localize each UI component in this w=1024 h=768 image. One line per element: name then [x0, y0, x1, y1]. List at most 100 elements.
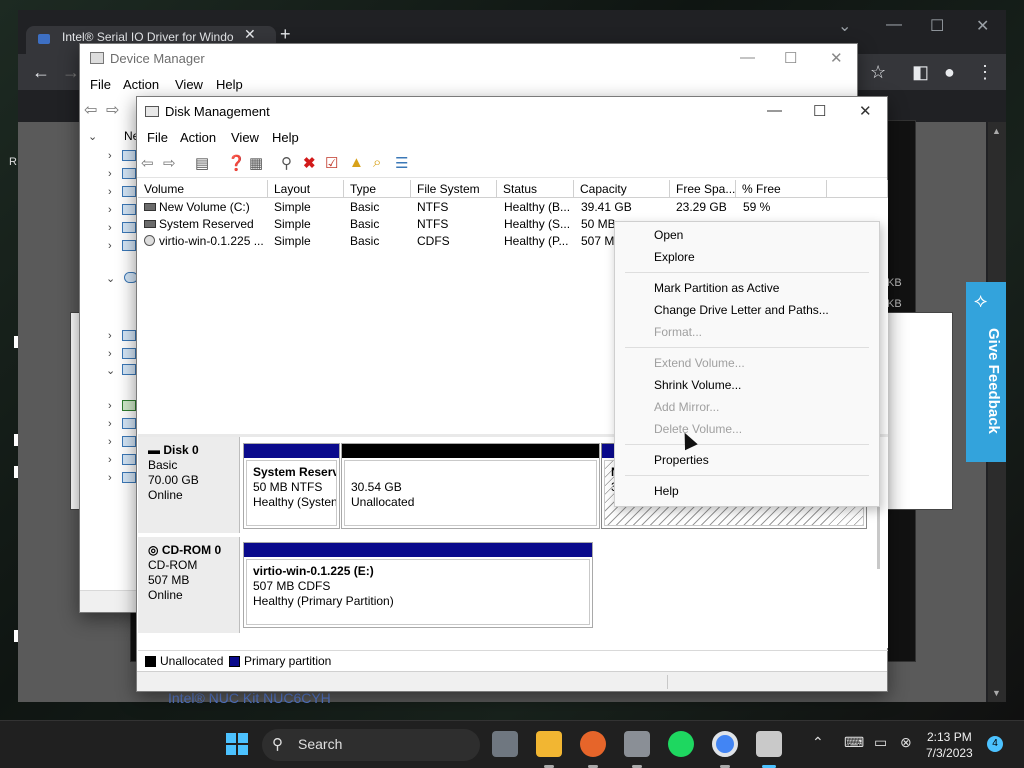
chevron-down-icon[interactable]: ⌄ — [838, 16, 851, 36]
delete-icon[interactable]: ✖ — [303, 154, 316, 172]
task-view-icon[interactable] — [492, 731, 518, 757]
help-icon[interactable]: ❓ — [227, 154, 246, 172]
menu-file[interactable]: File — [90, 77, 111, 92]
minimize-icon[interactable]: — — [886, 16, 902, 34]
menu-item-shrink-volume[interactable]: Shrink Volume... — [654, 378, 741, 392]
chrome-icon[interactable] — [712, 731, 738, 757]
close-icon[interactable]: ✕ — [859, 102, 872, 120]
check-icon[interactable]: ☑ — [325, 154, 338, 172]
chevron-up-icon[interactable]: ⌃ — [812, 734, 824, 751]
cdrom-0-label[interactable]: ◎ CD-ROM 0 CD-ROM 507 MB Online — [138, 537, 240, 633]
menu-item-add-mirror[interactable]: Add Mirror... — [654, 400, 719, 414]
chevron-right-icon[interactable]: › — [108, 168, 112, 180]
menu-item-open[interactable]: Open — [654, 228, 683, 242]
menu-view[interactable]: View — [231, 130, 259, 145]
display-icon[interactable]: ▭ — [874, 734, 887, 751]
sidebar-icon[interactable]: ◧ — [912, 62, 929, 83]
menu-action[interactable]: Action — [123, 77, 159, 92]
menu-dots-icon[interactable]: ⋮ — [976, 62, 994, 83]
profile-icon[interactable]: ● — [944, 62, 955, 83]
start-button[interactable] — [226, 733, 248, 755]
file-explorer-icon[interactable] — [536, 731, 562, 757]
menu-item-extend-volume[interactable]: Extend Volume... — [654, 356, 745, 370]
back-arrow-icon[interactable]: ← — [32, 62, 50, 83]
chevron-right-icon[interactable]: › — [108, 222, 112, 234]
chevron-right-icon[interactable]: › — [108, 472, 112, 484]
back-arrow-icon[interactable]: ⇦ — [141, 154, 154, 172]
menu-item-mark-active[interactable]: Mark Partition as Active — [654, 281, 779, 295]
new-tab-button[interactable]: + — [280, 24, 291, 45]
menu-item-help[interactable]: Help — [654, 484, 679, 498]
close-icon[interactable]: ✕ — [976, 16, 989, 36]
column-header-capacity[interactable]: Capacity — [574, 180, 670, 198]
menu-file[interactable]: File — [147, 130, 168, 145]
menu-item-explore[interactable]: Explore — [654, 250, 695, 264]
volume-muted-icon[interactable]: ⊗ — [900, 734, 912, 751]
maximize-icon[interactable]: ☐ — [784, 49, 797, 67]
folder-up-icon[interactable]: ▲ — [349, 154, 364, 171]
partition-cdrom[interactable]: virtio-win-0.1.225 (E:) 507 MB CDFS Heal… — [243, 542, 593, 628]
menu-help[interactable]: Help — [272, 130, 299, 145]
menu-item-change-drive-letter[interactable]: Change Drive Letter and Paths... — [654, 303, 829, 317]
table-row[interactable]: New Volume (C:) Simple Basic NTFS Health… — [138, 199, 888, 216]
scroll-down-icon[interactable]: ▼ — [992, 688, 1001, 698]
network-app-icon[interactable] — [624, 731, 650, 757]
taskbar-search-box[interactable]: ⚲ Search — [262, 729, 480, 761]
disk-0-label[interactable]: ▬ Disk 0 Basic 70.00 GB Online — [138, 437, 240, 533]
column-header-percent-free[interactable]: % Free — [736, 180, 827, 198]
menu-item-properties[interactable]: Properties — [654, 453, 709, 467]
back-arrow-icon[interactable]: ⇦ — [84, 100, 97, 120]
bookmark-star-icon[interactable]: ☆ — [870, 62, 886, 83]
column-header-free-space[interactable]: Free Spa... — [670, 180, 736, 198]
menu-help[interactable]: Help — [216, 77, 243, 92]
maximize-icon[interactable]: ☐ — [813, 102, 826, 120]
forward-arrow-icon[interactable]: ⇨ — [106, 100, 119, 120]
firefox-icon[interactable] — [580, 731, 606, 757]
chevron-right-icon[interactable]: › — [108, 454, 112, 466]
close-icon[interactable]: ✕ — [830, 49, 843, 67]
chevron-right-icon[interactable]: › — [108, 330, 112, 342]
chevron-down-icon[interactable]: ⌄ — [88, 130, 97, 143]
chevron-down-icon[interactable]: ⌄ — [106, 272, 115, 285]
minimize-icon[interactable]: — — [740, 49, 755, 66]
chevron-right-icon[interactable]: › — [108, 400, 112, 412]
column-header-layout[interactable]: Layout — [268, 180, 344, 198]
connect-icon[interactable]: ⚲ — [281, 154, 292, 172]
chevron-right-icon[interactable]: › — [108, 240, 112, 252]
chevron-right-icon[interactable]: › — [108, 186, 112, 198]
menu-view[interactable]: View — [175, 77, 203, 92]
background-page-link[interactable]: Intel® NUC Kit NUC6CYH — [168, 690, 331, 706]
partition-unallocated[interactable]: 30.54 GB Unallocated — [341, 443, 600, 529]
column-header-volume[interactable]: Volume — [138, 180, 268, 198]
column-header-type[interactable]: Type — [344, 180, 411, 198]
menu-item-delete-volume[interactable]: Delete Volume... — [654, 422, 742, 436]
device-manager-titlebar[interactable]: Device Manager — ☐ ✕ — [80, 44, 857, 74]
disk-management-icon[interactable] — [756, 731, 782, 757]
maximize-icon[interactable]: ☐ — [930, 16, 944, 36]
chevron-right-icon[interactable]: › — [108, 418, 112, 430]
taskbar-clock[interactable]: 2:13 PM 7/3/2023 — [926, 729, 973, 761]
keyboard-icon[interactable]: ⌨ — [844, 734, 864, 751]
partition-system-reserved[interactable]: System Reserv 50 MB NTFS Healthy (Systen — [243, 443, 340, 529]
forward-arrow-icon[interactable]: → — [62, 62, 80, 83]
menu-action[interactable]: Action — [180, 130, 216, 145]
tab-close-icon[interactable]: ✕ — [244, 26, 256, 43]
chevron-down-icon[interactable]: ⌄ — [106, 364, 115, 377]
disk-management-titlebar[interactable]: Disk Management — ☐ ✕ — [137, 97, 887, 127]
give-feedback-button[interactable]: ⟡ Give Feedback — [966, 282, 1006, 462]
menu-item-format[interactable]: Format... — [654, 325, 702, 339]
column-header-status[interactable]: Status — [497, 180, 574, 198]
scroll-up-icon[interactable]: ▲ — [992, 126, 1001, 136]
properties-icon[interactable]: ▦ — [249, 154, 263, 172]
chevron-right-icon[interactable]: › — [108, 204, 112, 216]
chevron-right-icon[interactable]: › — [108, 436, 112, 448]
chevron-right-icon[interactable]: › — [108, 150, 112, 162]
minimize-icon[interactable]: — — [767, 102, 782, 119]
notification-badge[interactable]: 4 — [987, 736, 1003, 752]
show-hide-tree-icon[interactable]: ▤ — [195, 154, 209, 172]
spotify-icon[interactable] — [668, 731, 694, 757]
forward-arrow-icon[interactable]: ⇨ — [163, 154, 176, 172]
chevron-right-icon[interactable]: › — [108, 348, 112, 360]
column-header-file-system[interactable]: File System — [411, 180, 497, 198]
list-view-icon[interactable]: ☰ — [395, 154, 408, 172]
